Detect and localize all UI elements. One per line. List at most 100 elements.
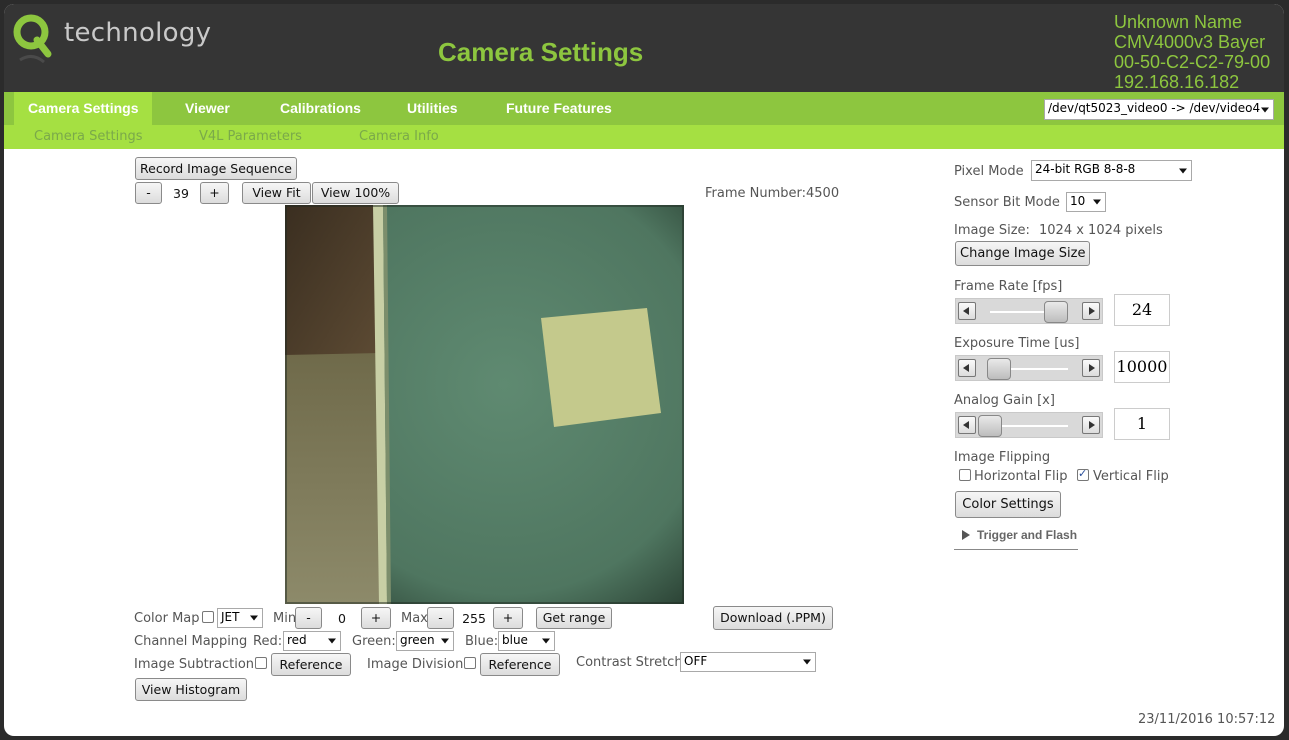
frame-number: Frame Number:4500 [705, 186, 840, 201]
chevron-down-icon [250, 615, 258, 621]
menu-viewer[interactable]: Viewer [175, 92, 240, 125]
slider-left-arrow-icon[interactable] [958, 359, 976, 377]
chevron-down-icon [542, 638, 550, 644]
slider-left-arrow-icon[interactable] [958, 416, 976, 434]
pixel-mode-value: 24-bit RGB 8-8-8 [1035, 162, 1136, 176]
slider-right-arrow-icon[interactable] [1082, 359, 1100, 377]
analog-gain-label: Analog Gain [x] [954, 393, 1055, 408]
max-minus-button[interactable]: - [427, 607, 454, 629]
pixel-mode-select[interactable]: 24-bit RGB 8-8-8 [1031, 160, 1192, 181]
header: technology Camera Settings Unknown Name … [4, 4, 1284, 92]
image-subtraction-label: Image Subtraction [134, 657, 255, 672]
slider-thumb[interactable] [987, 358, 1012, 380]
slider-right-arrow-icon[interactable] [1082, 416, 1100, 434]
menu-camera-settings[interactable]: Camera Settings [14, 92, 153, 125]
pixel-mode-label: Pixel Mode [954, 164, 1024, 179]
subtraction-reference-button[interactable]: Reference [271, 653, 351, 676]
menu-calibrations[interactable]: Calibrations [270, 92, 371, 125]
red-channel-value: red [287, 633, 307, 647]
trigger-and-flash-toggle[interactable]: Trigger and Flash [954, 524, 1078, 550]
view-fit-button[interactable]: View Fit [242, 182, 311, 204]
q-logo-icon [13, 14, 52, 64]
max-label: Max [401, 611, 428, 626]
green-channel-select[interactable]: green [396, 631, 454, 651]
record-image-sequence-button[interactable]: Record Image Sequence [135, 157, 297, 180]
channel-mapping-label: Channel Mapping [134, 634, 248, 649]
company-logo: technology [12, 12, 212, 72]
sub-menu: Camera Settings V4L Parameters Camera In… [4, 125, 1284, 149]
horizontal-flip-checkbox[interactable] [959, 469, 971, 481]
contrast-stretch-value: OFF [684, 654, 708, 668]
color-map-checkbox[interactable] [202, 611, 214, 623]
max-plus-button[interactable]: + [493, 607, 523, 629]
page-title: Camera Settings [438, 37, 644, 67]
change-image-size-button[interactable]: Change Image Size [955, 241, 1090, 266]
contrast-stretch-select[interactable]: OFF [680, 652, 816, 672]
color-map-label: Color Map [134, 611, 200, 626]
analog-gain-slider[interactable] [955, 412, 1103, 438]
division-reference-button[interactable]: Reference [480, 653, 560, 676]
red-channel-select[interactable]: red [283, 631, 341, 651]
color-settings-button[interactable]: Color Settings [955, 491, 1061, 518]
image-division-checkbox[interactable] [464, 657, 476, 669]
trigger-and-flash-label: Trigger and Flash [977, 528, 1078, 542]
zoom-minus-button[interactable]: - [135, 182, 162, 204]
image-subtraction-checkbox[interactable] [255, 657, 267, 669]
contrast-stretch-label: Contrast Stretch [576, 655, 683, 670]
submenu-v4l-parameters[interactable]: V4L Parameters [199, 129, 302, 144]
horizontal-flip-label: Horizontal Flip [974, 469, 1068, 484]
slider-thumb[interactable] [1044, 301, 1069, 323]
zoom-plus-button[interactable]: + [200, 182, 229, 204]
min-plus-button[interactable]: + [361, 607, 391, 629]
chevron-down-icon [441, 638, 449, 644]
get-range-button[interactable]: Get range [536, 607, 612, 629]
frame-rate-value[interactable]: 24 [1114, 294, 1170, 326]
logo-text: technology [64, 18, 212, 48]
exposure-time-slider[interactable] [955, 355, 1103, 381]
analog-gain-value[interactable]: 1 [1114, 408, 1170, 440]
blue-channel-select[interactable]: blue [498, 631, 555, 651]
frame-rate-slider[interactable] [955, 298, 1103, 324]
image-flipping-label: Image Flipping [954, 450, 1051, 465]
color-map-select[interactable]: JET [217, 608, 263, 628]
timestamp: 23/11/2016 10:57:12 [1138, 712, 1276, 727]
sensor-bit-mode-select[interactable]: 10 [1066, 192, 1106, 212]
min-minus-button[interactable]: - [295, 607, 322, 629]
max-value-input[interactable]: 255 [457, 609, 491, 628]
device-info: Unknown Name CMV4000v3 Bayer 00-50-C2-C2… [1114, 12, 1270, 92]
download-ppm-button[interactable]: Download (.PPM) [713, 606, 833, 630]
device-select-value: /dev/qt5023_video0 -> /dev/video4 [1048, 101, 1261, 115]
menu-utilities[interactable]: Utilities [397, 92, 468, 125]
green-label: Green: [352, 634, 396, 649]
submenu-camera-settings[interactable]: Camera Settings [34, 129, 142, 144]
device-select[interactable]: /dev/qt5023_video0 -> /dev/video4 [1044, 99, 1274, 120]
device-ip: 192.168.16.182 [1114, 72, 1240, 92]
slider-thumb[interactable] [978, 415, 1002, 437]
view-histogram-button[interactable]: View Histogram [135, 678, 247, 701]
min-label: Min [273, 611, 297, 626]
sensor-bit-mode-value: 10 [1070, 194, 1086, 208]
menu-future-features[interactable]: Future Features [496, 92, 622, 125]
slider-right-arrow-icon[interactable] [1082, 302, 1100, 320]
green-channel-value: green [400, 633, 435, 647]
chevron-down-icon [803, 659, 811, 665]
image-size-value: 1024 x 1024 pixels [1039, 223, 1163, 238]
device-name: Unknown Name [1114, 12, 1243, 32]
slider-left-arrow-icon[interactable] [958, 302, 976, 320]
zoom-value-input[interactable]: 39 [165, 184, 197, 203]
vertical-flip-checkbox[interactable] [1077, 467, 1089, 481]
device-mac: 00-50-C2-C2-79-00 [1114, 52, 1271, 72]
device-sensor: CMV4000v3 Bayer [1114, 32, 1266, 52]
chevron-down-icon [1179, 168, 1187, 173]
chevron-down-icon [1261, 107, 1269, 112]
chevron-down-icon [1093, 199, 1101, 205]
color-map-value: JET [221, 610, 240, 624]
exposure-time-value[interactable]: 10000 [1114, 351, 1170, 383]
app-window: technology Camera Settings Unknown Name … [4, 4, 1284, 736]
image-division-label: Image Division [367, 657, 464, 672]
view-100-button[interactable]: View 100% [312, 182, 399, 204]
min-value-input[interactable]: 0 [325, 609, 359, 628]
submenu-camera-info[interactable]: Camera Info [359, 129, 439, 144]
expand-arrow-icon [962, 530, 970, 540]
camera-image-view [285, 205, 684, 604]
